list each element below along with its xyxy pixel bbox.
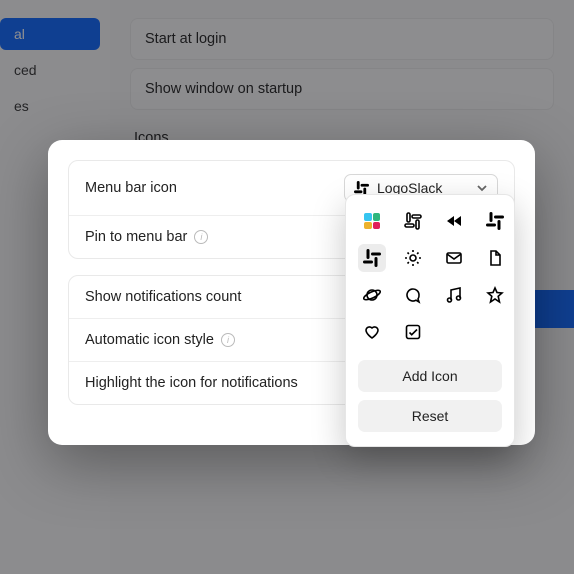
menu-bar-icon-label: Menu bar icon [85,180,177,196]
music-icon [445,286,463,304]
icon-option-rewind[interactable] [440,207,468,235]
planet-icon [363,286,381,304]
chevron-down-icon [476,182,488,194]
star-icon [486,286,504,304]
add-icon-button[interactable]: Add Icon [358,360,502,392]
icon-option-mail[interactable] [440,244,468,272]
icon-option-music[interactable] [440,281,468,309]
icon-option-slack-hash[interactable] [481,207,509,235]
checkbox-icon [404,323,422,341]
rewind-icon [445,212,463,230]
info-icon[interactable]: i [221,333,235,347]
icon-settings-modal: Menu bar icon LogoSlack Pin to menu bar … [48,140,535,445]
icon-picker-popover: Add Icon Reset [345,194,515,447]
slack-color-icon [364,213,380,229]
slack-outline-icon [404,212,422,230]
mail-icon [445,249,463,267]
icon-option-document[interactable] [481,244,509,272]
document-icon [486,249,504,267]
icon-option-planet[interactable] [358,281,386,309]
icon-grid [358,207,502,346]
icon-option-slack-outline[interactable] [399,207,427,235]
pin-menu-bar-label: Pin to menu bar [85,229,187,245]
slack-black-icon [363,249,381,267]
icon-option-chat[interactable] [399,281,427,309]
slack-hash-icon [486,212,504,230]
icon-option-gear[interactable] [399,244,427,272]
icon-option-slack-color[interactable] [358,207,386,235]
automatic-icon-style-label: Automatic icon style [85,332,214,348]
info-icon[interactable]: i [194,230,208,244]
icon-option-star[interactable] [481,281,509,309]
reset-button[interactable]: Reset [358,400,502,432]
icon-option-slack-black[interactable] [358,244,386,272]
chat-icon [404,286,422,304]
show-notifications-label: Show notifications count [85,289,241,305]
icon-option-heart[interactable] [358,318,386,346]
gear-icon [404,249,422,267]
heart-icon [363,323,381,341]
icon-option-checkbox[interactable] [399,318,427,346]
highlight-icon-label: Highlight the icon for notifications [85,375,298,391]
